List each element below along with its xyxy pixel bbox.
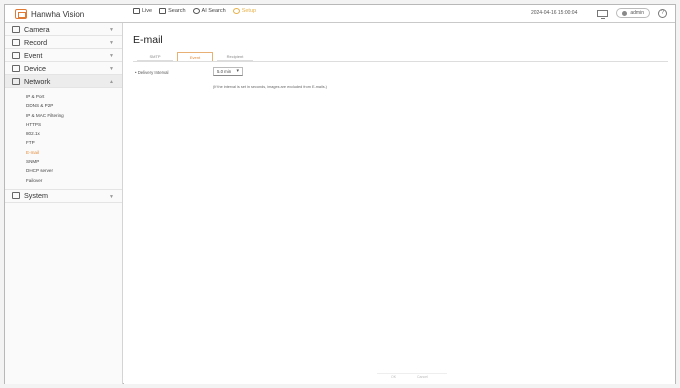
nav-ai-search[interactable]: AI Search [192, 8, 226, 14]
sidebar-item-label: Device [24, 63, 46, 73]
nav-live[interactable]: Live [133, 8, 152, 14]
help-icon[interactable]: ? [658, 8, 667, 18]
submenu-email[interactable]: E-mail [26, 148, 122, 157]
submenu-failover[interactable]: Failover [26, 176, 122, 185]
chevron-down-icon: ▼ [109, 66, 114, 72]
ai-search-icon [192, 8, 200, 14]
tab-smtp[interactable]: SMTP [137, 52, 173, 61]
nav-search[interactable]: Search [159, 8, 186, 14]
sidebar-item-label: Event [24, 50, 43, 60]
tab-event[interactable]: Event [177, 52, 213, 61]
sidebar-item-label: Network [24, 76, 51, 86]
nav-setup-label: Setup [241, 8, 257, 14]
live-icon [133, 8, 140, 14]
interval-note: (If the interval is set in seconds, imag… [213, 85, 327, 89]
top-bar: Hanwha Vision Live Search AI Search Setu… [5, 5, 675, 23]
chevron-up-icon: ▲ [109, 79, 114, 85]
sidebar-item-label: Record [24, 37, 48, 47]
sidebar-item-label: System [24, 191, 48, 201]
main-content: E-mail SMTP Event Recipient • Delivery I… [124, 23, 675, 384]
setup-icon [232, 8, 240, 14]
network-submenu: IP & Port DDNS & P2P IP & MAC Filtering … [5, 88, 122, 190]
sidebar-item-label: Camera [24, 24, 50, 34]
footer-actions: OK Cancel [377, 373, 447, 379]
chevron-down-icon: ▼ [109, 40, 114, 46]
top-right-tools: 2024-04-16 15:00:04 admin ? [530, 8, 667, 19]
submenu-dhcp-server[interactable]: DHCP server [26, 166, 122, 175]
ok-button[interactable]: OK [391, 375, 396, 379]
sidebar-item-network[interactable]: Network ▲ [5, 75, 122, 88]
sidebar-item-device[interactable]: Device ▼ [5, 62, 122, 75]
nav-live-label: Live [142, 8, 153, 14]
app-title: Hanwha Vision [31, 9, 85, 19]
submenu-snmp[interactable]: SNMP [26, 157, 122, 166]
chevron-down-icon: ▼ [109, 193, 114, 200]
delivery-interval-value: 5.0 min [217, 69, 232, 74]
tab-divider [133, 61, 668, 62]
sidebar: Camera ▼ Record ▼ Event ▼ Device ▼ Netwo… [5, 23, 123, 384]
sidebar-item-camera[interactable]: Camera ▼ [5, 23, 122, 36]
tab-bar: SMTP Event Recipient [137, 52, 257, 61]
sidebar-item-system[interactable]: System ▼ [5, 190, 122, 203]
submenu-ip-port[interactable]: IP & Port [26, 92, 122, 101]
tab-recipient[interactable]: Recipient [217, 52, 253, 61]
user-menu[interactable]: admin [616, 8, 650, 18]
submenu-8021x[interactable]: 802.1x [26, 129, 122, 138]
network-icon [12, 77, 20, 85]
sidebar-item-event[interactable]: Event ▼ [5, 49, 122, 62]
submenu-https[interactable]: HTTPS [26, 120, 122, 129]
delivery-interval-label: • Delivery Interval [135, 70, 169, 75]
record-icon [12, 38, 20, 46]
cancel-button[interactable]: Cancel [417, 375, 428, 379]
top-navigation: Live Search AI Search Setup [133, 8, 256, 14]
search-icon [159, 8, 167, 14]
app-window: Hanwha Vision Live Search AI Search Setu… [4, 4, 676, 384]
page-title: E-mail [133, 34, 163, 46]
datetime: 2024-04-16 15:00:04 [530, 10, 578, 16]
system-icon [12, 192, 20, 200]
delivery-interval-select[interactable]: 5.0 min ▾ [213, 67, 243, 76]
submenu-ddns-p2p[interactable]: DDNS & P2P [26, 101, 122, 110]
user-name: admin [630, 10, 644, 16]
device-icon [12, 64, 20, 72]
nav-search-label: Search [168, 8, 186, 14]
brand[interactable]: Hanwha Vision [15, 7, 84, 21]
submenu-ftp[interactable]: FTP [26, 138, 122, 147]
logo-icon [15, 9, 27, 19]
user-icon [622, 10, 628, 16]
sidebar-item-record[interactable]: Record ▼ [5, 36, 122, 49]
dropdown-arrow-icon: ▾ [236, 68, 239, 74]
monitor-icon[interactable] [597, 9, 609, 19]
event-icon [12, 51, 20, 59]
nav-ai-search-label: AI Search [201, 8, 226, 14]
camera-icon [12, 25, 20, 33]
nav-setup[interactable]: Setup [232, 8, 257, 14]
submenu-ip-mac-filtering[interactable]: IP & MAC Filtering [26, 111, 122, 120]
chevron-down-icon: ▼ [109, 53, 114, 59]
chevron-down-icon: ▼ [109, 27, 114, 33]
